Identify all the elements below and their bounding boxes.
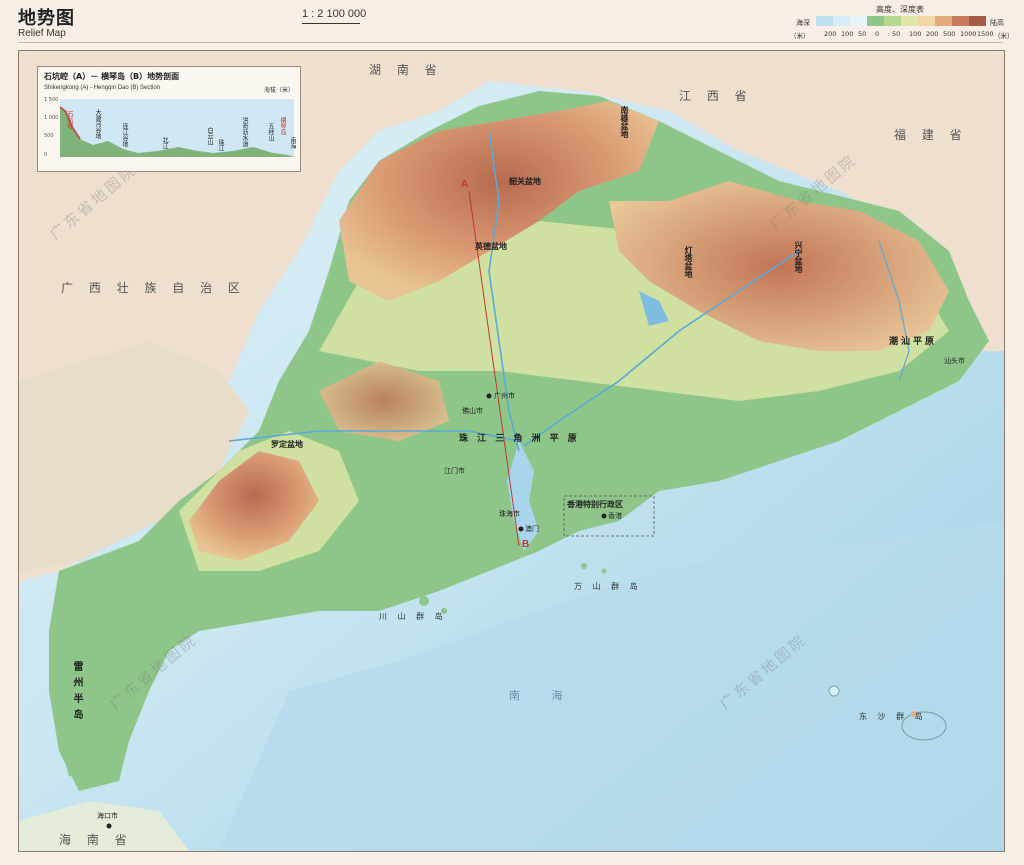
legend-color-bar xyxy=(816,16,986,26)
reef xyxy=(828,685,840,697)
inset-place: 南海 xyxy=(289,137,296,149)
legend-swatch xyxy=(833,16,850,26)
basin-label: 南雄盆地 xyxy=(620,106,629,138)
basin-label: 韶关盆地 xyxy=(509,177,541,186)
legend-unit: （米） xyxy=(994,32,1014,40)
province-label: 湖 南 省 xyxy=(369,63,443,77)
profile-chart xyxy=(59,99,294,157)
plain-label: 珠 江 三 角 洲 平 原 xyxy=(459,434,580,444)
province-label: 江 西 省 xyxy=(679,89,753,103)
province-label: 福 建 省 xyxy=(894,128,968,142)
island-group-label: 川 山 群 岛 xyxy=(379,612,447,621)
legend-tick: 100 xyxy=(841,30,854,38)
inset-place: 白云山 xyxy=(206,127,213,145)
legend-swatch xyxy=(867,16,884,26)
city-marker xyxy=(106,823,112,829)
island-group-label: 万 山 群 岛 xyxy=(574,582,642,591)
city-marker xyxy=(518,526,524,532)
legend-tick: 1500 xyxy=(977,30,994,38)
page-title: 地势图 xyxy=(18,8,75,29)
city-label: 广州市 xyxy=(494,392,515,400)
page-subtitle: Relief Map xyxy=(18,28,66,39)
peninsula-label: 雷州半岛 xyxy=(71,661,82,725)
inset-place: 横琴岛 xyxy=(279,117,286,135)
legend-unit: （米） xyxy=(790,32,810,40)
basin-label: 兴宁盆地 xyxy=(794,241,803,273)
legend-tick: 0 xyxy=(875,30,880,38)
city-label: 澳门 xyxy=(525,525,539,533)
legend-tick: 200 xyxy=(824,30,837,38)
province-label: 广 西 壮 族 自 治 区 xyxy=(61,281,246,295)
inset-place: 连江谷地 xyxy=(121,123,128,147)
scale-underline xyxy=(302,23,360,24)
elevation-legend: 高度、深度表 海深 陆高 （米） 200 100 50 0 50 100 200 500 1000… xyxy=(780,4,1014,42)
city-marker xyxy=(601,513,607,519)
inset-place: 石坑崆 xyxy=(66,111,73,129)
inset-place: 北江 xyxy=(161,137,168,149)
island xyxy=(601,568,607,574)
map-header: 地势图 Relief Map 1 : 2 100 000 高度、深度表 海深 陆… xyxy=(0,0,1024,48)
basin-label: 灯塔盆地 xyxy=(684,246,693,278)
city-label: 佛山市 xyxy=(462,407,483,415)
legend-tick: 1000 xyxy=(960,30,977,38)
inset-place: 洪奇沥水道 xyxy=(241,117,248,147)
island xyxy=(581,563,587,569)
legend-swatch xyxy=(935,16,952,26)
inset-place: 大源河谷地 xyxy=(94,109,101,139)
sea-label: 南 海 xyxy=(509,689,577,702)
relief-map[interactable]: 湖 南 省 江 西 省 福 建 省 广 西 壮 族 自 治 区 海 南 省 英德… xyxy=(18,50,1005,852)
city-label: 江门市 xyxy=(444,467,465,475)
profile-point-a: A xyxy=(461,179,469,190)
profile-point-b: B xyxy=(522,539,530,550)
city-label: 汕头市 xyxy=(944,357,965,365)
city-label: 海口市 xyxy=(97,812,118,820)
legend-tick: 200 xyxy=(926,30,939,38)
legend-swatch xyxy=(901,16,918,26)
island-group-label: 东 沙 群 岛 xyxy=(859,712,927,721)
legend-swatch xyxy=(918,16,935,26)
header-rule xyxy=(18,42,1003,43)
province-label: 海 南 省 xyxy=(59,833,133,847)
legend-swatch xyxy=(952,16,969,26)
special-region-label: 香港特别行政区 xyxy=(567,500,623,509)
legend-tick: 50 xyxy=(858,30,867,38)
basin-label: 罗定盆地 xyxy=(271,440,303,449)
legend-tick: 100 xyxy=(909,30,922,38)
inset-place: 五桂山 xyxy=(267,123,274,141)
city-marker xyxy=(486,393,492,399)
inset-place: 珠江 xyxy=(217,139,224,151)
legend-sea-label: 海深 xyxy=(796,19,810,27)
city-label: 珠海市 xyxy=(499,510,520,518)
island xyxy=(365,602,373,610)
plain-label: 潮汕平原 xyxy=(889,337,938,347)
legend-swatch xyxy=(850,16,867,26)
legend-swatch xyxy=(816,16,833,26)
island xyxy=(419,596,429,606)
basin-label: 英德盆地 xyxy=(475,242,507,251)
legend-tick: 50 xyxy=(892,30,901,38)
legend-title: 高度、深度表 xyxy=(876,5,924,14)
legend-swatch xyxy=(969,16,986,26)
legend-swatch xyxy=(884,16,901,26)
legend-tick: 500 xyxy=(943,30,956,38)
city-label: 香港 xyxy=(608,512,622,520)
profile-inset: 石坑崆（A）－ 横琴岛（B）地势剖面 Shikengkong (A) - Hen… xyxy=(37,66,301,172)
map-scale: 1 : 2 100 000 xyxy=(302,8,367,20)
legend-land-label: 陆高 xyxy=(990,19,1004,27)
